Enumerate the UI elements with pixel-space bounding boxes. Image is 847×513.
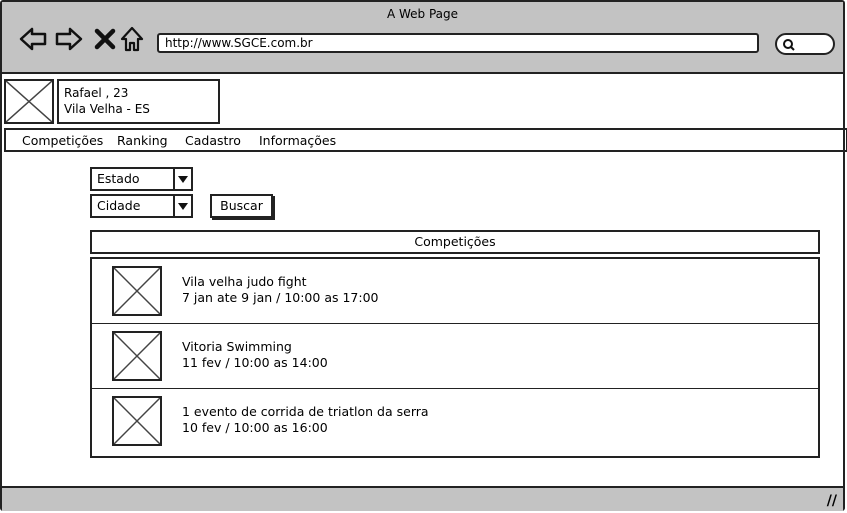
list-item[interactable]: Vitoria Swimming 11 fev / 10:00 as 14:00 [92,324,818,389]
menu-item-informacoes[interactable]: Informações [259,133,336,148]
profile-photo [4,79,54,124]
competition-schedule: 11 fev / 10:00 as 14:00 [182,355,328,370]
search-icon[interactable] [781,37,797,53]
competition-schedule: 7 jan ate 9 jan / 10:00 as 17:00 [182,290,379,305]
image-placeholder-icon [6,81,52,122]
menu-item-cadastro[interactable]: Cadastro [185,133,241,148]
close-icon[interactable] [91,24,121,54]
competition-title: 1 evento de corrida de triatlon da serra [182,404,429,419]
resize-handle-icon[interactable]: // [827,493,837,509]
image-placeholder-icon [114,268,160,314]
url-bar[interactable]: http://www.SGCE.com.br [157,33,759,53]
list-item[interactable]: Vila velha judo fight 7 jan ate 9 jan / … [92,259,818,324]
menu-bar: Competições Ranking Cadastro Informações [4,128,847,152]
browser-chrome: A Web Page http://www.SGCE.com.br [2,2,843,74]
search-field[interactable] [775,33,835,55]
competition-thumbnail [112,266,162,316]
image-placeholder-icon [114,333,160,379]
search-button[interactable]: Buscar [210,194,273,218]
estado-select-value: Estado [97,171,140,186]
cidade-select[interactable]: Cidade [90,194,193,218]
status-bar: // [2,486,843,511]
estado-select[interactable]: Estado [90,167,193,191]
chevron-down-icon[interactable] [173,196,191,216]
chevron-down-icon[interactable] [173,169,191,189]
menu-item-competicoes[interactable]: Competições [22,133,103,148]
profile-info: Rafael , 23 Vila Velha - ES [57,79,220,124]
competitions-list: Vila velha judo fight 7 jan ate 9 jan / … [90,257,820,458]
profile-name-age: Rafael , 23 [64,86,129,100]
list-item[interactable]: 1 evento de corrida de triatlon da serra… [92,389,818,454]
menu-item-ranking[interactable]: Ranking [117,133,168,148]
browser-window: A Web Page http://www.SGCE.com.br Rafael… [0,0,847,511]
profile-location: Vila Velha - ES [64,102,150,116]
image-placeholder-icon [114,398,160,444]
competitions-header: Competições [90,230,820,254]
home-icon[interactable] [118,24,148,54]
forward-icon[interactable] [54,24,84,54]
competition-thumbnail [112,396,162,446]
window-title: A Web Page [386,7,459,21]
back-icon[interactable] [18,24,48,54]
competition-schedule: 10 fev / 10:00 as 16:00 [182,420,328,435]
competition-title: Vila velha judo fight [182,274,307,289]
competition-thumbnail [112,331,162,381]
competition-title: Vitoria Swimming [182,339,292,354]
cidade-select-value: Cidade [97,198,141,213]
